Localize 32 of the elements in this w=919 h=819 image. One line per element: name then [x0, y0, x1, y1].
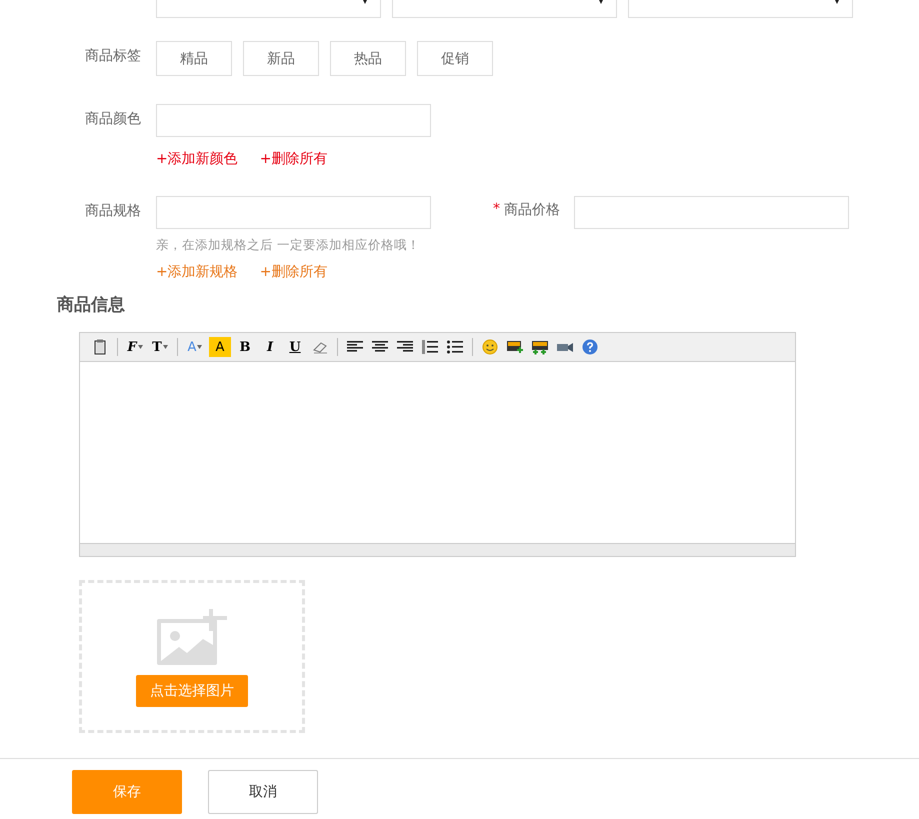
bold-button[interactable]: B	[234, 337, 256, 357]
spec-link[interactable]: +添加新规格	[156, 263, 238, 281]
caret-icon	[162, 345, 168, 349]
image-add-icon	[157, 609, 227, 665]
numbered-list-icon[interactable]	[419, 337, 441, 357]
font-family-button[interactable]: F	[124, 337, 146, 357]
spec-input[interactable]	[156, 196, 431, 229]
caret-icon	[197, 345, 202, 349]
tag-button[interactable]: 热品	[330, 41, 406, 76]
caret-icon	[138, 345, 143, 349]
rich-text-editor[interactable]: F T A A B I U	[79, 332, 796, 557]
tag-button[interactable]: 促销	[417, 41, 493, 76]
highlight-color-button[interactable]: A	[209, 337, 231, 357]
tag-button[interactable]: 新品	[243, 41, 319, 76]
field-label: 商品价格	[504, 201, 560, 219]
cancel-button[interactable]: 取消	[208, 770, 318, 814]
spec-link[interactable]: +删除所有	[260, 263, 328, 281]
tag-button[interactable]: 精品	[156, 41, 232, 76]
hint-text: 亲，在添加规格之后 一定要添加相应价格哦！	[156, 237, 421, 254]
text-color-button[interactable]: A	[184, 337, 206, 357]
underline-button[interactable]: U	[284, 337, 306, 357]
italic-button[interactable]: I	[259, 337, 281, 357]
field-label: 商品颜色	[85, 110, 142, 128]
field-label: 商品规格	[85, 202, 142, 220]
color-input[interactable]	[156, 104, 431, 137]
section-heading: 商品信息	[57, 294, 126, 316]
field-label: 商品标签	[85, 47, 142, 65]
color-link[interactable]: +删除所有	[260, 150, 328, 168]
required-mark: *	[493, 201, 500, 219]
font-size-button[interactable]: T	[149, 337, 171, 357]
color-link[interactable]: +添加新颜色	[156, 150, 238, 168]
price-input[interactable]	[574, 196, 849, 229]
